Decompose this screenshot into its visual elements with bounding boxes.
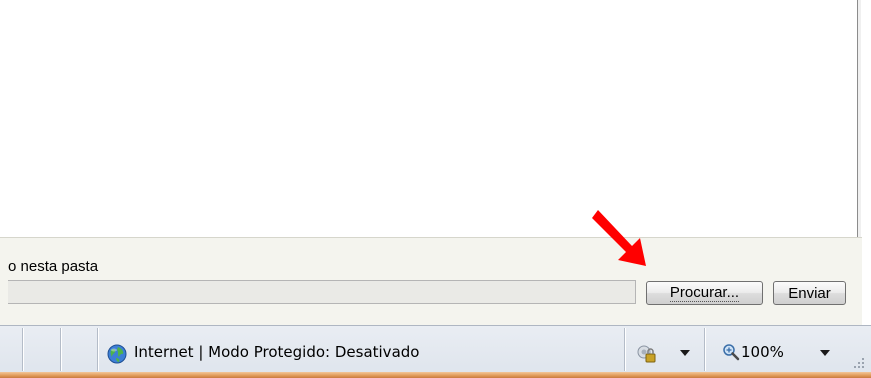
zoom-level[interactable]: 100%: [741, 343, 784, 361]
status-separator: [97, 328, 98, 371]
browser-window: o nesta pasta Procurar... Enviar Interne…: [0, 0, 871, 378]
status-bar: Internet | Modo Protegido: Desativado 10…: [0, 325, 871, 373]
resize-grip-icon[interactable]: [852, 356, 866, 370]
status-separator: [22, 328, 23, 371]
content-frame-edge: [858, 0, 861, 240]
status-separator: [60, 328, 61, 371]
status-separator: [624, 328, 625, 371]
upload-label: o nesta pasta: [8, 258, 99, 275]
upload-panel: o nesta pasta Procurar... Enviar: [0, 237, 862, 326]
security-dropdown-arrow-icon[interactable]: [680, 350, 690, 356]
send-button-label: Enviar: [788, 284, 831, 302]
status-separator: [704, 328, 705, 371]
lock-settings-icon[interactable]: [636, 343, 658, 365]
browse-button-label: Procurar...: [669, 283, 740, 302]
zoom-dropdown-arrow-icon[interactable]: [820, 350, 830, 356]
red-arrow-icon: [592, 210, 646, 266]
browse-button[interactable]: Procurar...: [646, 281, 763, 305]
taskbar-strip: [0, 372, 871, 378]
file-path-input[interactable]: [8, 280, 636, 304]
send-button[interactable]: Enviar: [773, 281, 846, 305]
magnifier-icon[interactable]: [722, 343, 740, 361]
security-zone-text[interactable]: Internet | Modo Protegido: Desativado: [134, 343, 419, 361]
globe-icon[interactable]: [107, 344, 127, 364]
